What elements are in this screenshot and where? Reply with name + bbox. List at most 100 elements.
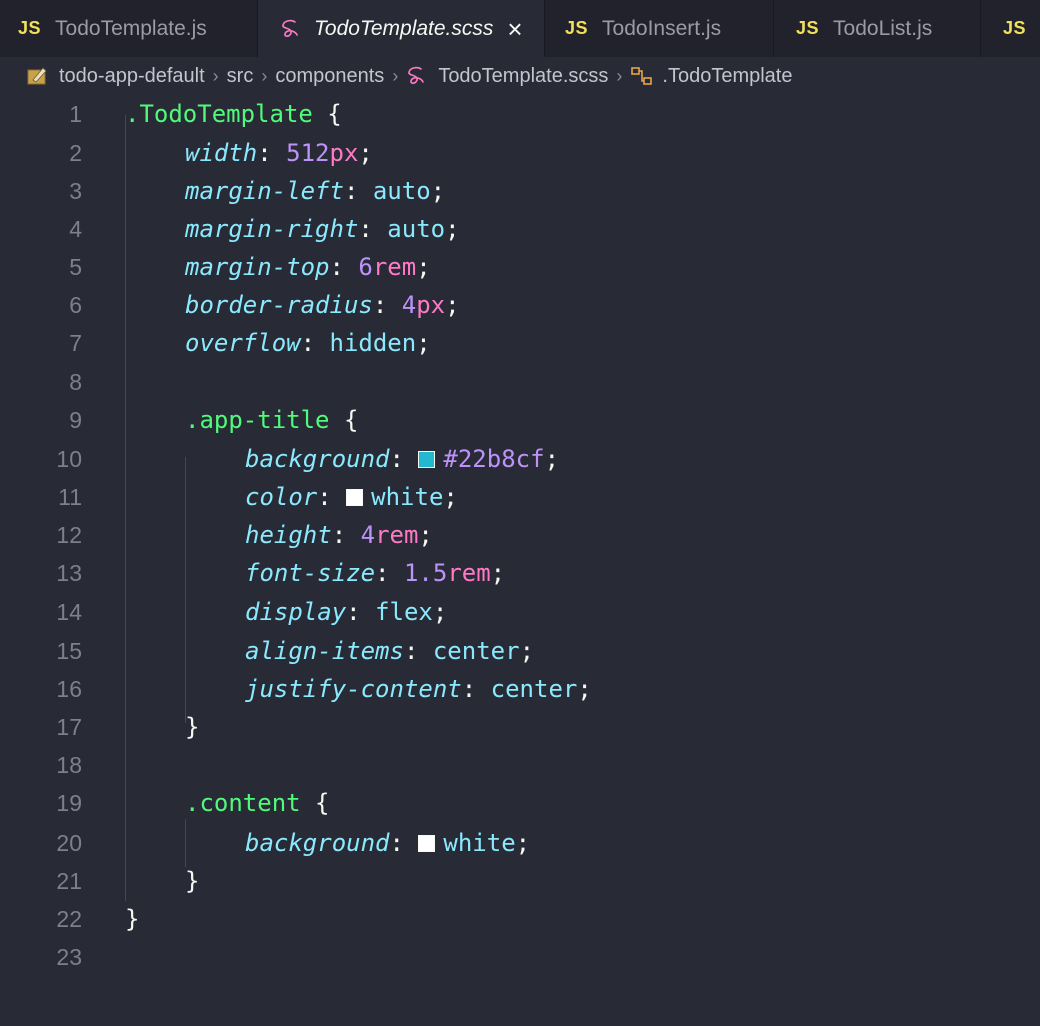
code-line: 18 (0, 746, 1040, 784)
breadcrumb-src[interactable]: src (227, 65, 254, 88)
selector: .app-title (185, 406, 330, 434)
hex-value: #22b8cf (443, 445, 545, 473)
code-line: 16 justify-content: center; (0, 670, 1040, 708)
sass-file-icon (408, 66, 425, 84)
property: height (245, 521, 332, 549)
code-line: 3 margin-left: auto; (0, 172, 1040, 210)
folder-icon (27, 67, 47, 85)
chevron-right-icon: › (212, 65, 219, 86)
tab-label: TodoInsert.js (602, 16, 722, 40)
line-number: 18 (56, 751, 82, 778)
line-number: 5 (69, 253, 82, 280)
line-number: 11 (58, 483, 82, 510)
tab-label: TodoTemplate.scss (314, 16, 494, 40)
number-value: 1.5 (403, 559, 448, 587)
line-number: 20 (56, 829, 82, 856)
code-line: 13 font-size: 1.5 rem; (0, 554, 1040, 592)
code-line: 22 } (0, 900, 1040, 938)
line-number: 12 (56, 521, 82, 548)
line-number: 10 (56, 445, 82, 472)
line-number: 4 (69, 215, 82, 242)
tab-todotemplate-js[interactable]: JS TodoTemplate.js (0, 0, 258, 57)
property: border-radius (185, 291, 373, 319)
code-line: 4 margin-right: auto; (0, 210, 1040, 248)
color-swatch[interactable] (418, 834, 436, 852)
close-icon[interactable]: × (507, 16, 522, 42)
color-swatch[interactable] (346, 488, 364, 506)
breadcrumb-label: TodoTemplate.scss (438, 64, 609, 87)
symbol-class-icon (631, 67, 653, 85)
javascript-file-icon: JS (565, 18, 589, 38)
chevron-right-icon: › (616, 65, 623, 86)
tab-label: TodoTemplate.js (55, 16, 207, 40)
line-number: 21 (56, 867, 82, 894)
tab-todolist-js[interactable]: JS TodoList.js (774, 0, 981, 57)
number-value: 4 (360, 521, 376, 549)
javascript-file-icon: JS (18, 18, 42, 38)
editor-tab-bar: JS TodoTemplate.js TodoTemplate.scss × J… (0, 0, 1040, 57)
unit: px (329, 139, 359, 167)
breadcrumb-label: .TodoTemplate (662, 64, 793, 87)
line-number: 16 (56, 675, 82, 702)
code-line: 14 display: flex; (0, 593, 1040, 631)
line-number: 14 (56, 598, 82, 625)
property: font-size (245, 559, 376, 587)
breadcrumb-components[interactable]: components (275, 65, 384, 88)
property: width (185, 139, 258, 167)
line-number: 19 (56, 789, 82, 816)
selector: .TodoTemplate (125, 100, 313, 128)
code-editor[interactable]: 1 .TodoTemplate { 2 width: 512 px; 3 marg… (0, 95, 1040, 1026)
chevron-right-icon: › (261, 65, 268, 86)
code-line: 23 (0, 938, 1040, 976)
tab-todotemplate-scss[interactable]: TodoTemplate.scss × (258, 0, 545, 57)
color-swatch[interactable] (418, 450, 436, 468)
value: center (432, 637, 520, 665)
code-line: 7 overflow: hidden; (0, 324, 1040, 362)
line-number: 13 (56, 559, 82, 586)
line-number: 17 (56, 713, 82, 740)
unit: px (416, 291, 446, 319)
code-line: 10 background: #22b8cf; (0, 440, 1040, 478)
tab-todoinsert-js[interactable]: JS TodoInsert.js (545, 0, 774, 57)
code-line: 21 } (0, 862, 1040, 900)
code-line: 15 align-items: center; (0, 632, 1040, 670)
code-line: 20 background: white; (0, 824, 1040, 862)
unit: rem (447, 559, 491, 587)
line-number: 3 (69, 177, 82, 204)
breadcrumb-folder[interactable]: todo-app-default (25, 65, 205, 88)
property: margin-left (185, 177, 344, 205)
code-line: 1 .TodoTemplate { (0, 95, 1040, 133)
javascript-file-icon: JS (1003, 18, 1027, 38)
property: background (245, 445, 390, 473)
property: display (245, 598, 347, 626)
line-number: 2 (69, 139, 82, 166)
chevron-right-icon: › (392, 65, 399, 86)
javascript-file-icon: JS (796, 18, 820, 38)
code-line: 12 height: 4 rem; (0, 516, 1040, 554)
property: justify-content (245, 675, 462, 703)
value: center (490, 675, 578, 703)
breadcrumb-symbol[interactable]: .TodoTemplate (630, 65, 792, 88)
breadcrumb: todo-app-default › src › components › To… (0, 57, 1040, 95)
tab-overflow[interactable]: JS (981, 0, 1040, 57)
tab-label: TodoList.js (833, 16, 933, 40)
selector: .content (185, 789, 301, 817)
value: white (443, 829, 516, 857)
line-number: 9 (69, 406, 82, 433)
code-line: 11 color: white; (0, 478, 1040, 516)
property: margin-right (185, 215, 359, 243)
code-line: 19 .content { (0, 784, 1040, 822)
line-number: 23 (56, 943, 82, 970)
property: align-items (245, 637, 404, 665)
value: auto (372, 177, 431, 205)
breadcrumb-label: todo-app-default (59, 64, 205, 87)
breadcrumb-label: src (226, 64, 254, 87)
line-number: 7 (69, 329, 82, 356)
unit: rem (372, 253, 417, 281)
line-number: 15 (56, 637, 82, 664)
code-line: 2 width: 512 px; (0, 134, 1040, 172)
property: overflow (185, 329, 301, 357)
breadcrumb-label: components (275, 64, 385, 87)
line-number: 1 (69, 100, 82, 127)
breadcrumb-file[interactable]: TodoTemplate.scss (406, 65, 608, 88)
